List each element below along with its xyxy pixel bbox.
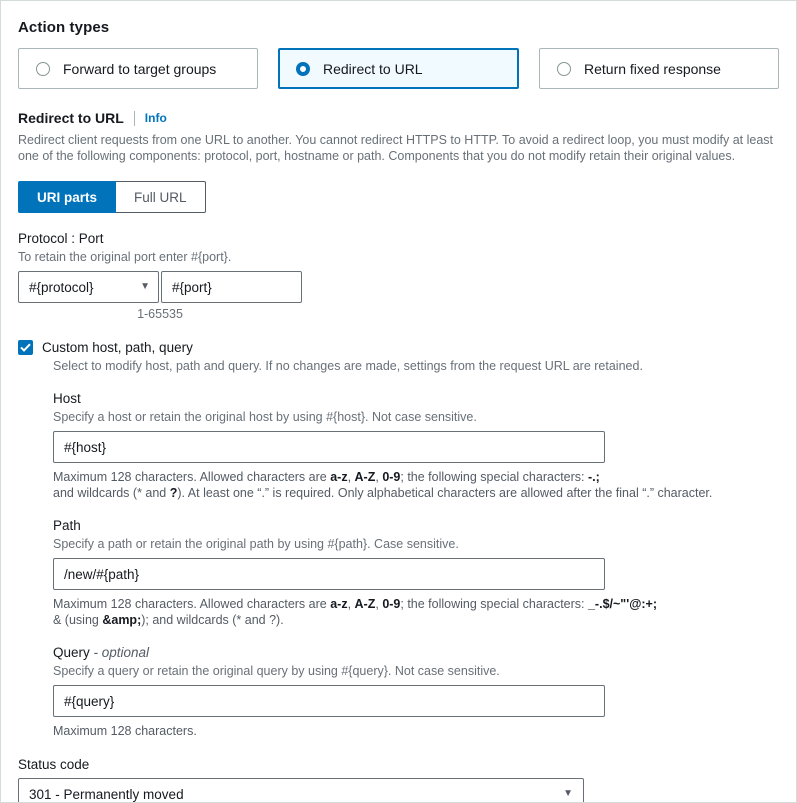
path-input[interactable]: /new/#{path} xyxy=(53,558,605,590)
protocol-port-row: #{protocol} ▼ #{port} xyxy=(18,271,779,303)
path-constraint-text2: ; the following special characters: xyxy=(400,597,588,611)
path-label: Path xyxy=(53,518,81,533)
custom-host-path-query-checkbox[interactable] xyxy=(18,340,33,355)
action-types-title: Action types xyxy=(18,19,110,36)
custom-host-path-query-row[interactable]: Custom host, path, query xyxy=(18,340,779,355)
path-constraint-text3: & (using xyxy=(53,613,103,627)
host-constraint-09: 0-9 xyxy=(382,470,401,484)
host-constraint-AZ: A-Z xyxy=(354,470,376,484)
radio-forward-to-target-groups[interactable] xyxy=(36,61,50,76)
path-input-value: /new/#{path} xyxy=(64,566,140,582)
action-card-label: Redirect to URL xyxy=(323,60,423,77)
host-constraint-text4: ). At least one “.” is required. Only al… xyxy=(177,486,713,500)
tab-uri-parts[interactable]: URI parts xyxy=(18,181,117,213)
host-label: Host xyxy=(53,391,81,406)
path-hint: Specify a path or retain the original pa… xyxy=(53,537,459,551)
action-card-return-fixed-response[interactable]: Return fixed response xyxy=(539,48,779,89)
path-constraint-text4: ); and wildcards (* and ?). xyxy=(141,613,284,627)
host-constraint-sep1: , xyxy=(347,470,355,484)
port-input-value: #{port} xyxy=(172,279,212,295)
host-constraint-text: Maximum 128 characters. Allowed characte… xyxy=(53,470,331,484)
port-input[interactable]: #{port} xyxy=(161,271,302,303)
host-constraint: Maximum 128 characters. Allowed characte… xyxy=(53,469,779,501)
path-constraint-sep1: , xyxy=(347,597,355,611)
redirect-to-url-panel: Action types Forward to target groups Re… xyxy=(0,0,797,803)
path-constraint: Maximum 128 characters. Allowed characte… xyxy=(53,596,779,628)
host-constraint-text2: ; the following special characters: xyxy=(400,470,588,484)
radio-return-fixed-response[interactable] xyxy=(557,61,571,76)
status-code-select[interactable]: 301 - Permanently moved ▼ xyxy=(18,778,584,802)
status-code-label: Status code xyxy=(18,757,90,772)
path-constraint-AZ: A-Z xyxy=(354,597,376,611)
path-constraint-specials: _-.$/~"'@:+; xyxy=(587,597,658,611)
path-constraint-09: 0-9 xyxy=(382,597,401,611)
query-input[interactable]: #{query} xyxy=(53,685,605,717)
status-code-value: 301 - Permanently moved xyxy=(29,786,184,802)
custom-fields-group: Select to modify host, path and query. I… xyxy=(53,358,779,739)
heading-divider xyxy=(133,110,135,126)
redirect-description: Redirect client requests from one URL to… xyxy=(18,133,774,163)
action-card-forward-to-target-groups[interactable]: Forward to target groups xyxy=(18,48,258,89)
check-icon xyxy=(20,343,31,352)
chevron-down-icon: ▼ xyxy=(140,281,150,292)
host-input[interactable]: #{host} xyxy=(53,431,605,463)
host-constraint-az: a-z xyxy=(330,470,348,484)
path-constraint-amp: &amp; xyxy=(102,613,142,627)
host-constraint-specials: -.; xyxy=(587,470,600,484)
redirect-heading-row: Redirect to URL Info xyxy=(18,110,779,126)
redirect-heading: Redirect to URL xyxy=(18,110,124,126)
radio-redirect-to-url[interactable] xyxy=(296,61,310,76)
action-types-group: Forward to target groups Redirect to URL… xyxy=(18,48,779,89)
action-card-label: Forward to target groups xyxy=(63,60,217,77)
query-input-value: #{query} xyxy=(64,693,115,709)
custom-checkbox-hint: Select to modify host, path and query. I… xyxy=(53,359,643,373)
query-label-text: Query xyxy=(53,645,90,660)
protocol-port-hint: To retain the original port enter #{port… xyxy=(18,250,232,264)
action-card-redirect-to-url[interactable]: Redirect to URL xyxy=(278,48,519,89)
action-card-label: Return fixed response xyxy=(584,60,721,77)
query-optional-tag: - optional xyxy=(89,645,150,660)
query-hint: Specify a query or retain the original q… xyxy=(53,664,500,678)
uri-mode-toggle: URI parts Full URL xyxy=(18,181,779,213)
host-input-value: #{host} xyxy=(64,439,107,455)
custom-host-path-query-label: Custom host, path, query xyxy=(42,340,193,355)
protocol-port-label: Protocol : Port xyxy=(18,231,104,246)
protocol-select[interactable]: #{protocol} ▼ xyxy=(18,271,159,303)
query-label: Query - optional xyxy=(53,645,779,660)
info-link[interactable]: Info xyxy=(145,111,167,125)
host-hint: Specify a host or retain the original ho… xyxy=(53,410,477,424)
path-constraint-az: a-z xyxy=(330,597,348,611)
protocol-select-value: #{protocol} xyxy=(29,279,94,295)
path-constraint-text: Maximum 128 characters. Allowed characte… xyxy=(53,597,331,611)
chevron-down-icon: ▼ xyxy=(563,788,573,799)
port-range-hint: 1-65535 xyxy=(137,307,183,321)
tab-full-url[interactable]: Full URL xyxy=(116,181,206,213)
host-constraint-text3: and wildcards (* and xyxy=(53,486,170,500)
query-constraint: Maximum 128 characters. xyxy=(53,724,197,738)
